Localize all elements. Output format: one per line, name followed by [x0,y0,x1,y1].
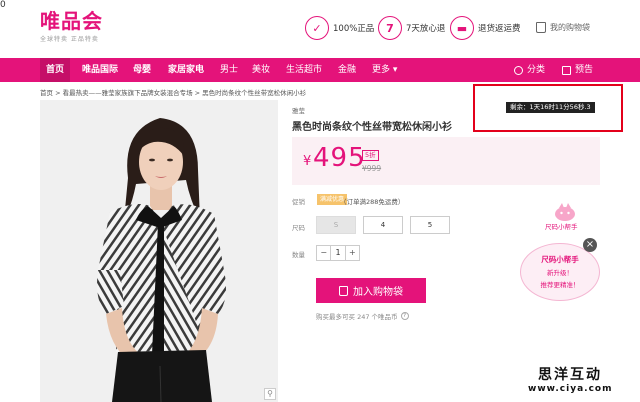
product-image[interactable] [40,100,278,402]
logo-text: 唯品会 [40,9,103,33]
size-option-s[interactable]: S [316,216,356,234]
product-title: 黑色时尚条纹个性丝带宽松休闲小衫 [292,122,452,133]
promise-authentic[interactable]: ✓ 100%正品 [305,16,374,40]
close-icon[interactable]: × [583,238,597,252]
quantity-label: 数量 [292,251,305,259]
nav-item-men[interactable]: 男士 [220,58,238,82]
size-helper-label[interactable]: 尺码小帮手 [545,221,578,231]
nav-item-supermarket[interactable]: 生活超市 [286,58,322,82]
mascot-icon[interactable] [553,202,577,222]
add-to-cart-button[interactable]: 加入购物袋 [316,278,426,303]
nav-item-more[interactable]: 更多 ▾ [372,58,397,82]
size-helper-title: 尺码小帮手 [541,255,579,264]
size-helper-line-2: 推荐更精准！ [540,281,580,289]
zoom-icon[interactable]: ⚲ [264,388,276,400]
site-logo[interactable]: 唯品会 全球特卖 正品特卖 [40,10,103,43]
size-option-5[interactable]: 5 [410,216,450,234]
shopping-bag-icon [339,285,348,296]
cart-link[interactable]: 我的购物袋 [536,22,590,33]
promise-label: 100%正品 [333,24,375,34]
quantity-increase-button[interactable]: + [346,246,359,260]
nav-item-home-appliance[interactable]: 家居家电 [168,58,204,82]
shield-icon: ✓ [305,16,329,40]
nav-category-label: 分类 [527,65,546,75]
product-brand[interactable]: 雅莹 [292,105,305,115]
add-to-cart-label: 加入购物袋 [353,287,403,298]
price-currency: ¥ [303,154,312,169]
quantity-decrease-button[interactable]: − [317,246,330,260]
size-label: 尺码 [292,224,305,232]
logo-slogan: 全球特卖 正品特卖 [40,36,99,43]
model-photo [40,100,278,402]
quantity-stepper: − 1 + [316,245,360,261]
main-nav: 首页 唯品国际 母婴 家居家电 男士 美妆 生活超市 金融 更多 ▾ 分类 预告 [0,58,640,82]
nav-item-international[interactable]: 唯品国际 [82,58,118,82]
promo-text: （订单满288免运费） [340,198,405,206]
purchase-note-text: 购买最多可买 247 个唯品币 [316,313,398,321]
sale-price: 495 [313,143,366,173]
search-icon [514,65,523,75]
nav-item-home[interactable]: 首页 [40,58,71,82]
nav-preview[interactable]: 预告 [562,58,593,82]
shipping-refund-icon: ▬ [450,16,474,40]
help-icon[interactable]: ? [400,312,409,320]
size-option-4[interactable]: 4 [363,216,403,234]
nav-preview-label: 预告 [575,65,594,75]
watermark-url: www.ciya.com [528,384,613,394]
seven-day-return-icon: 7 [378,16,402,40]
nav-item-baby[interactable]: 母婴 [133,58,151,82]
shopping-bag-icon [536,22,546,33]
promise-label: 7天放心退 [406,24,446,34]
promise-seven-day-return[interactable]: 7 7天放心退 [378,16,445,40]
nav-more-label: 更多 [372,65,391,75]
cart-label: 我的购物袋 [550,23,590,32]
nav-category[interactable]: 分类 [514,58,545,82]
nav-item-finance[interactable]: 金融 [338,58,356,82]
discount-badge: 5折 [362,150,379,161]
purchase-note: 购买最多可买 247 个唯品币 ? [316,311,409,321]
calendar-icon [562,65,571,75]
nav-item-beauty[interactable]: 美妆 [252,58,270,82]
promo-label: 促销 [292,198,305,206]
watermark: 思洋互动 www.ciya.com [528,364,612,394]
original-price: ¥999 [362,164,382,173]
promise-shipping-refund[interactable]: ▬ 退货返运费 [450,16,521,40]
size-helper-line-1: 新升级！ [547,269,573,277]
watermark-name: 思洋互动 [538,367,602,383]
quantity-input[interactable]: 1 [330,246,346,260]
chevron-down-icon: ▾ [392,65,398,75]
site-header: 唯品会 全球特卖 正品特卖 ✓ 100%正品 7 7天放心退 ▬ 退货返运费 我… [0,0,640,58]
promise-label: 退货返运费 [478,24,521,34]
countdown-timer: 剩余：1天16时11分56秒.3 [506,102,595,113]
